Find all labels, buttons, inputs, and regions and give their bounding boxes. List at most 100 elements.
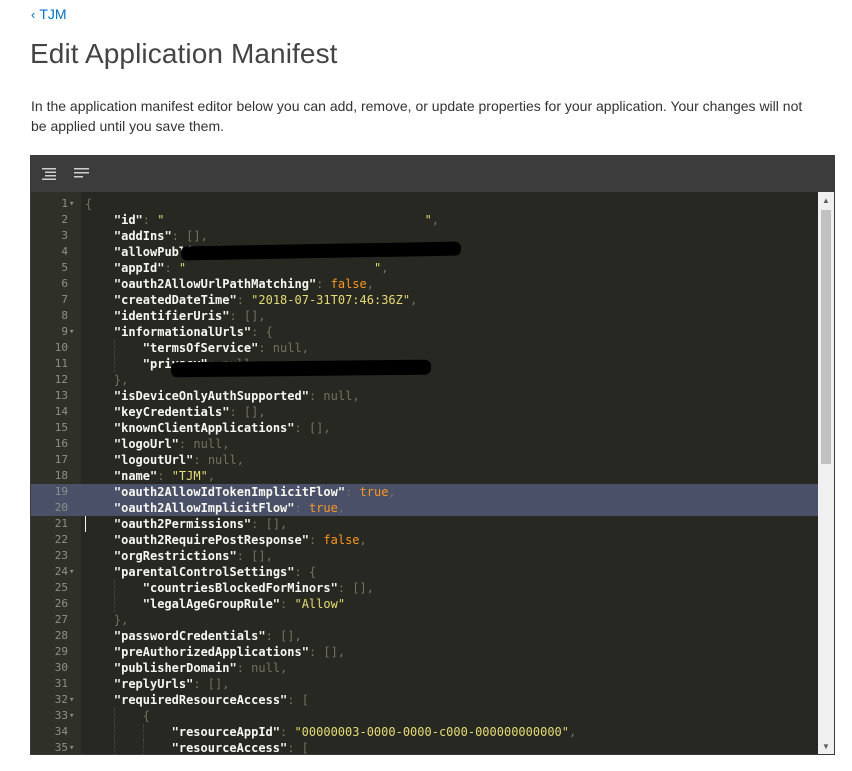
- code-line[interactable]: 19 "oauth2AllowIdTokenImplicitFlow": true…: [31, 484, 818, 500]
- code-text: "oauth2AllowImplicitFlow": true,: [113, 501, 346, 515]
- code-line[interactable]: 20 "oauth2AllowImplicitFlow": true,: [31, 500, 818, 516]
- scroll-up-arrow-icon[interactable]: ▲: [818, 192, 834, 208]
- code-line[interactable]: 28 "passwordCredentials": [],: [31, 628, 818, 644]
- code-line[interactable]: 17 "logoutUrl": null,: [31, 452, 818, 468]
- page-title: Edit Application Manifest: [30, 38, 338, 69]
- code-line[interactable]: 15 "knownClientApplications": [],: [31, 420, 818, 436]
- line-number: 30: [54, 661, 68, 674]
- compact-button[interactable]: [72, 164, 92, 184]
- page-description: In the application manifest editor below…: [31, 98, 803, 134]
- format-icon: [42, 168, 56, 180]
- code-line[interactable]: 16 "logoUrl": null,: [31, 436, 818, 452]
- line-number: 14: [54, 405, 68, 418]
- code-line[interactable]: 34 "resourceAppId": "00000003-0000-0000-c…: [31, 724, 818, 740]
- code-text: {: [142, 709, 150, 723]
- line-number: 23: [54, 549, 68, 562]
- code-text: "oauth2Permissions": [],: [113, 517, 288, 531]
- indent-guide: [113, 724, 115, 740]
- code-line[interactable]: 10 "termsOfService": null,: [31, 340, 818, 356]
- line-number: 25: [54, 581, 68, 594]
- code-text: },: [113, 613, 129, 627]
- line-number: 17: [54, 453, 68, 466]
- code-text: "logoutUrl": null,: [113, 453, 244, 467]
- code-line[interactable]: 23 "orgRestrictions": [],: [31, 548, 818, 564]
- fold-toggle-icon[interactable]: ▾: [69, 692, 79, 708]
- code-line[interactable]: 14 "keyCredentials": [],: [31, 404, 818, 420]
- line-number: 28: [54, 629, 68, 642]
- code-text: },: [113, 373, 129, 387]
- line-number: 26: [54, 597, 68, 610]
- code-line[interactable]: 29 "preAuthorizedApplications": [],: [31, 644, 818, 660]
- code-text: "informationalUrls": {: [113, 325, 273, 339]
- line-number: 7: [61, 293, 68, 306]
- code-text: "addIns": [],: [113, 229, 208, 243]
- code-text: "appId": "00000000-872d-300c420c106c",: [113, 261, 389, 275]
- indent-guide: [113, 356, 115, 372]
- code-text: "countriesBlockedForMinors": [],: [142, 581, 374, 595]
- scroll-down-arrow-icon[interactable]: ▼: [818, 738, 834, 754]
- code-line[interactable]: 25 "countriesBlockedForMinors": [],: [31, 580, 818, 596]
- code-line[interactable]: 30 "publisherDomain": null,: [31, 660, 818, 676]
- line-number: 24: [54, 565, 68, 578]
- code-text: "preAuthorizedApplications": [],: [113, 645, 346, 659]
- code-text: "passwordCredentials": [],: [113, 629, 302, 643]
- format-button[interactable]: [40, 164, 60, 184]
- line-number: 12: [54, 373, 68, 386]
- code-line[interactable]: 22 "oauth2RequirePostResponse": false,: [31, 532, 818, 548]
- compact-icon: [74, 168, 89, 178]
- code-line[interactable]: 33 ▾ {: [31, 708, 818, 724]
- code-text: "keyCredentials": [],: [113, 405, 266, 419]
- fold-toggle-icon[interactable]: ▾: [69, 740, 79, 754]
- code-line[interactable]: 21 "oauth2Permissions": [],: [31, 516, 818, 532]
- code-line[interactable]: 24 ▾ "parentalControlSettings": {: [31, 564, 818, 580]
- code-line[interactable]: 9 ▾ "informationalUrls": {: [31, 324, 818, 340]
- chevron-left-icon: ‹: [31, 6, 36, 22]
- code-text: "legalAgeGroupRule": "Allow": [142, 597, 346, 611]
- code-line[interactable]: 8 "identifierUris": [],: [31, 308, 818, 324]
- fold-toggle-icon[interactable]: ▾: [69, 708, 79, 724]
- redaction-mark: [170, 359, 432, 378]
- manifest-editor[interactable]: 1▾{2"id": "00000000-0000-0000-0000-00000…: [30, 155, 835, 755]
- code-text: "name": "TJM",: [113, 469, 216, 483]
- code-text: "oauth2RequirePostResponse": false,: [113, 533, 367, 547]
- code-line[interactable]: 7 "createdDateTime": "2018-07-31T07:46:36…: [31, 292, 818, 308]
- indent-guide: [142, 740, 144, 754]
- indent-guide: [113, 596, 115, 612]
- code-line[interactable]: 6 "oauth2AllowUrlPathMatching": false,: [31, 276, 818, 292]
- line-number: 10: [54, 341, 68, 354]
- code-line[interactable]: 2 "id": "00000000-0000-0000-0000-00000000…: [31, 212, 818, 228]
- indent-guide: [113, 580, 115, 596]
- line-number: 19: [54, 485, 68, 498]
- code-text: "orgRestrictions": [],: [113, 549, 273, 563]
- line-number: 29: [54, 645, 68, 658]
- code-line[interactable]: 31 "replyUrls": [],: [31, 676, 818, 692]
- fold-toggle-icon[interactable]: ▾: [69, 324, 79, 340]
- line-number: 11: [54, 357, 68, 370]
- code-line[interactable]: 1 ▾ {: [31, 196, 818, 212]
- vertical-scrollbar[interactable]: ▲ ▼: [818, 192, 834, 754]
- line-number: 18: [54, 469, 68, 482]
- code-text: "id": "00000000-0000-0000-0000-000000000…: [113, 213, 440, 227]
- code-line[interactable]: 27},: [31, 612, 818, 628]
- fold-toggle-icon[interactable]: ▾: [69, 564, 79, 580]
- code-line[interactable]: 32 ▾ "requiredResourceAccess": [: [31, 692, 818, 708]
- code-text: "createdDateTime": "2018-07-31T07:46:36Z…: [113, 293, 418, 307]
- code-text: "requiredResourceAccess": [: [113, 693, 309, 707]
- code-line[interactable]: 26 "legalAgeGroupRule": "Allow": [31, 596, 818, 612]
- line-number: 22: [54, 533, 68, 546]
- line-number: 15: [54, 421, 68, 434]
- code-line[interactable]: 35 ▾ "resourceAccess": [: [31, 740, 818, 754]
- code-area[interactable]: 1▾{2"id": "00000000-0000-0000-0000-00000…: [31, 192, 818, 754]
- fold-toggle-icon[interactable]: ▾: [69, 196, 79, 212]
- editor-toolbar: [31, 156, 834, 192]
- line-number: 32: [54, 693, 68, 706]
- line-number: 33: [54, 709, 68, 722]
- code-line[interactable]: 5 "appId": "00000000-872d-300c420c106c",: [31, 260, 818, 276]
- back-link[interactable]: ‹ TJM: [31, 6, 67, 22]
- line-number: 31: [54, 677, 68, 690]
- code-line[interactable]: 13 "isDeviceOnlyAuthSupported": null,: [31, 388, 818, 404]
- indent-guide: [113, 340, 115, 356]
- scroll-thumb[interactable]: [821, 210, 831, 464]
- line-number: 3: [61, 229, 68, 242]
- code-line[interactable]: 18 "name": "TJM",: [31, 468, 818, 484]
